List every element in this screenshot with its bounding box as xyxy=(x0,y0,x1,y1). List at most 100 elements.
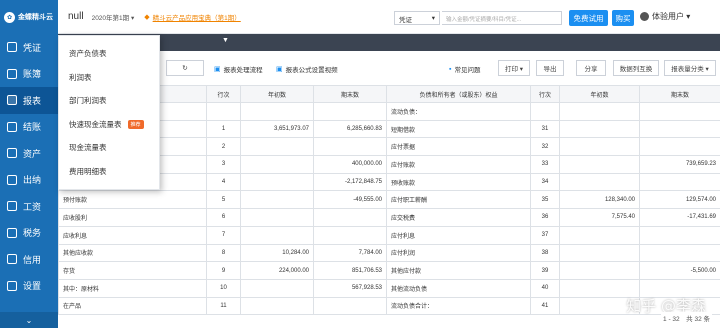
search-input[interactable]: 输入金额/凭证摘要/科目/凭证... xyxy=(442,11,562,25)
table-cell[interactable] xyxy=(559,119,640,139)
table-cell[interactable] xyxy=(313,225,387,245)
table-cell[interactable]: 6,285,660.83 xyxy=(313,119,387,139)
table-cell[interactable]: 400,000.00 xyxy=(313,155,387,174)
table-cell[interactable] xyxy=(240,296,314,316)
quantity-category-button[interactable]: 报表量分类 ▾ xyxy=(664,60,716,76)
sidebar: ✿ 金蝶精斗云 凭证 账簿 报表 结账 资产 出纳 工资 税务 信用 设置 ⌄ xyxy=(0,0,58,328)
sidebar-collapse-button[interactable]: ⌄ xyxy=(0,312,58,328)
table-cell[interactable] xyxy=(313,208,387,227)
table-cell: 11 xyxy=(206,296,241,316)
table-cell[interactable] xyxy=(240,278,314,298)
table-cell[interactable]: 10,284.00 xyxy=(240,243,314,263)
table-cell[interactable] xyxy=(240,102,314,121)
table-cell[interactable]: 224,000.00 xyxy=(240,261,314,280)
table-cell[interactable]: 567,928.53 xyxy=(313,278,387,298)
recommend-badge: 推荐 xyxy=(127,119,144,129)
faq-link[interactable]: ▪ 常见问题 xyxy=(449,64,480,75)
table-cell[interactable]: 3,651,973.07 xyxy=(240,119,314,139)
table-cell[interactable]: 851,706.53 xyxy=(313,261,387,280)
table-cell[interactable] xyxy=(639,172,720,192)
table-cell[interactable] xyxy=(240,137,314,157)
table-cell[interactable] xyxy=(559,102,640,121)
table-cell: 32 xyxy=(530,137,560,157)
formula-video-link[interactable]: ▣ 报表公式设置视频 xyxy=(276,64,338,74)
menu-item[interactable]: 部门利润表 xyxy=(59,89,159,113)
sidebar-item-label: 凭证 xyxy=(23,42,42,53)
table-cell[interactable] xyxy=(639,102,720,121)
free-trial-button[interactable]: 免费试用 xyxy=(569,10,608,26)
sidebar-item[interactable]: 资产 xyxy=(0,140,58,167)
caret-down-icon[interactable]: ▼ xyxy=(222,37,229,44)
export-button[interactable]: 导出 xyxy=(536,60,564,76)
sidebar-item[interactable]: 报表 xyxy=(0,87,58,114)
notice-link[interactable]: 精斗云产品应用宝典（第1期） xyxy=(153,12,241,22)
table-cell: 6 xyxy=(206,208,241,227)
table-cell[interactable] xyxy=(559,137,640,157)
menu-item[interactable]: 费用明细表 xyxy=(59,160,159,184)
sidebar-item[interactable]: 结账 xyxy=(0,114,58,141)
share-button[interactable]: 分享 xyxy=(576,60,606,76)
table-cell[interactable] xyxy=(639,225,720,245)
menu-item[interactable]: 利润表 xyxy=(59,66,159,90)
table-cell[interactable] xyxy=(639,243,720,263)
table-cell[interactable]: -5,500.00 xyxy=(639,261,720,280)
table-cell[interactable] xyxy=(240,208,314,227)
buy-button[interactable]: 购买 xyxy=(612,10,634,26)
sidebar-item[interactable]: 工资 xyxy=(0,193,58,220)
refresh-button[interactable]: ↻ xyxy=(166,60,204,76)
sidebar-item-label: 结账 xyxy=(23,122,42,133)
table-row: 其中：原材料 10 567,928.53 其他流动负债 40 xyxy=(58,278,720,298)
table-cell: 应付票据 xyxy=(386,137,531,157)
user-menu[interactable]: 体验用户 ▾ xyxy=(640,11,690,22)
table-cell[interactable] xyxy=(240,172,314,192)
voucher-icon xyxy=(7,42,17,53)
menu-item[interactable]: 现金流量表 xyxy=(59,136,159,160)
sidebar-item[interactable]: 凭证 xyxy=(0,34,58,61)
table-cell[interactable] xyxy=(639,119,720,139)
sidebar-item[interactable]: 信用 xyxy=(0,246,58,273)
table-cell[interactable] xyxy=(313,102,387,121)
table-cell[interactable]: 7,575.40 xyxy=(559,208,640,227)
period-selector[interactable]: 2020年第1期 ▾ xyxy=(92,12,135,22)
table-cell[interactable] xyxy=(559,243,640,263)
menu-item-label: 现金流量表 xyxy=(69,143,107,153)
table-cell: 34 xyxy=(530,172,560,192)
table-cell: 应付利息 xyxy=(386,225,531,245)
table-cell[interactable] xyxy=(559,261,640,280)
table-cell[interactable]: 129,574.00 xyxy=(639,190,720,210)
table-cell[interactable] xyxy=(313,137,387,157)
table-cell[interactable] xyxy=(559,172,640,192)
sidebar-item[interactable]: 账簿 xyxy=(0,61,58,88)
table-cell[interactable] xyxy=(240,225,314,245)
table-cell: 36 xyxy=(530,208,560,227)
sidebar-item[interactable]: 出纳 xyxy=(0,167,58,194)
sidebar-item-label: 设置 xyxy=(23,281,42,292)
column-header: 行次 xyxy=(530,85,560,103)
table-cell: 其中：原材料 xyxy=(58,278,207,298)
menu-item[interactable]: 资产负债表 xyxy=(59,42,159,66)
table-cell[interactable]: 7,784.00 xyxy=(313,243,387,263)
table-cell: 5 xyxy=(206,190,241,210)
company-name[interactable]: null xyxy=(68,11,84,22)
table-cell[interactable] xyxy=(313,296,387,316)
voucher-type-select[interactable]: 凭证 ▾ xyxy=(394,11,440,25)
process-flow-link[interactable]: ▣ 报表处理流程 xyxy=(214,64,263,74)
table-cell[interactable]: -2,172,848.75 xyxy=(313,172,387,192)
print-button[interactable]: 打印 ▾ xyxy=(498,60,530,76)
menu-item[interactable]: 快速现金流量表 推荐 xyxy=(59,113,159,137)
table-cell[interactable]: 128,340.00 xyxy=(559,190,640,210)
table-cell[interactable] xyxy=(559,155,640,174)
table-cell: 9 xyxy=(206,261,241,280)
table-cell[interactable]: -49,555.00 xyxy=(313,190,387,210)
table-cell[interactable] xyxy=(240,155,314,174)
sidebar-item[interactable]: 税务 xyxy=(0,220,58,247)
sidebar-item-label: 资产 xyxy=(23,148,42,159)
table-cell[interactable]: -17,431.69 xyxy=(639,208,720,227)
table-cell[interactable] xyxy=(559,225,640,245)
table-cell: 35 xyxy=(530,190,560,210)
swap-columns-button[interactable]: 数据列互换 xyxy=(613,60,659,76)
table-cell[interactable] xyxy=(639,137,720,157)
sidebar-item[interactable]: 设置 xyxy=(0,273,58,300)
table-cell[interactable]: 739,659.23 xyxy=(639,155,720,174)
table-cell[interactable] xyxy=(240,190,314,210)
